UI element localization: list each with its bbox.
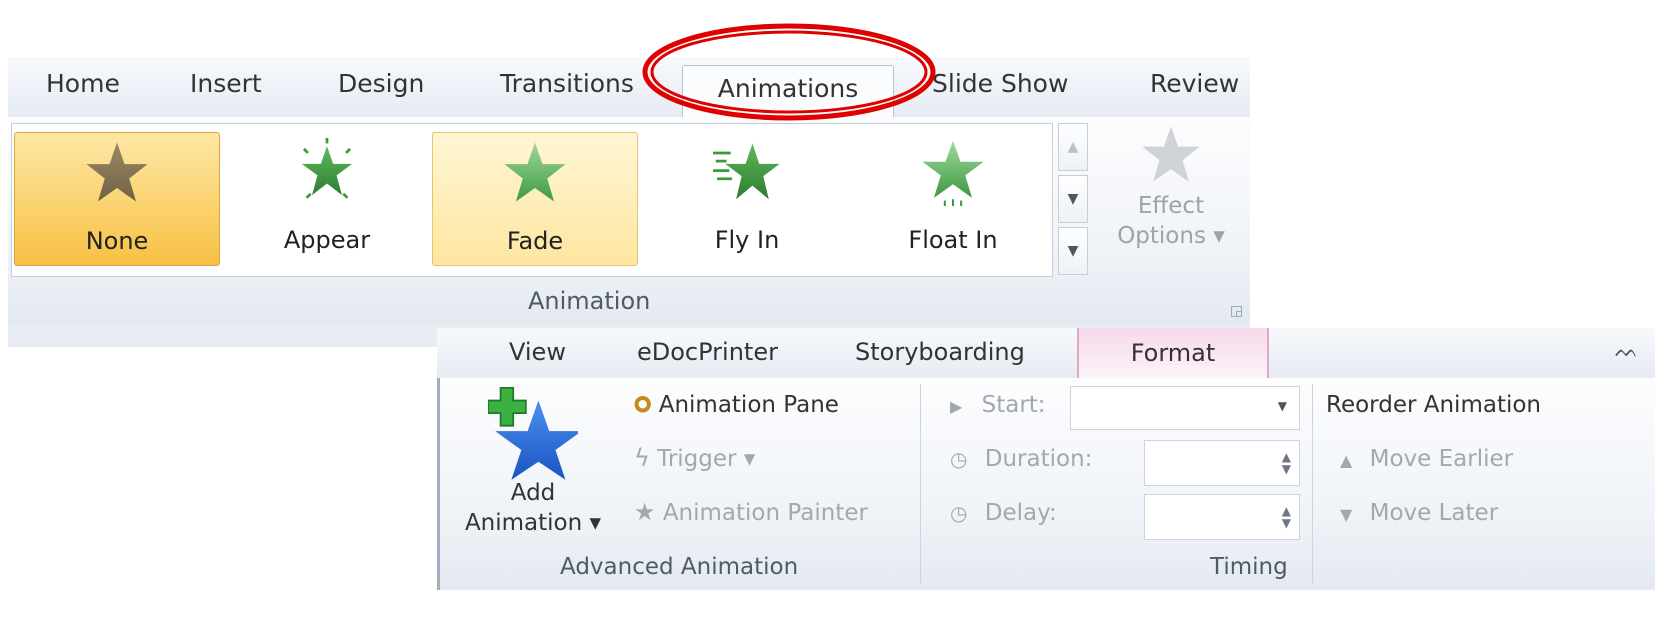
gallery-label: Fade: [506, 227, 564, 255]
tab-view[interactable]: View: [509, 338, 566, 366]
star-fade-icon: [504, 142, 566, 202]
animation-gallery: None Appear Fade Fly In Float In: [11, 123, 1053, 277]
move-earlier-button[interactable]: ▲ Move Earlier: [1340, 446, 1513, 472]
add-animation-button[interactable]: Add Animation ▾: [458, 384, 608, 538]
reorder-animation-title: Reorder Animation: [1326, 392, 1541, 418]
animation-appear[interactable]: Appear: [224, 132, 430, 266]
delay-spinner[interactable]: ▲ ▼: [1144, 494, 1300, 540]
gallery-scroller: ▲ ▼ ▼: [1058, 123, 1088, 275]
gallery-scroll-down-button[interactable]: ▼: [1058, 175, 1088, 223]
tab-storyboarding[interactable]: Storyboarding: [855, 338, 1025, 366]
animation-fly-in[interactable]: Fly In: [644, 132, 850, 266]
tab-format[interactable]: Format: [1077, 328, 1269, 378]
duration-label: ◷ Duration:: [950, 446, 1093, 472]
animation-pane-icon: 🞉: [634, 393, 652, 418]
bottom-ribbon: View eDocPrinter Storyboarding Format ᨓ …: [437, 328, 1655, 590]
animation-fade[interactable]: Fade: [432, 132, 638, 266]
trigger-button[interactable]: ϟ Trigger ▾: [634, 444, 755, 472]
clock-icon: ◷: [950, 501, 968, 525]
ribbon-tab-bar: Home Insert Design Transitions Animation…: [8, 57, 1250, 117]
delay-label: ◷ Delay:: [950, 500, 1057, 526]
top-ribbon: Home Insert Design Transitions Animation…: [8, 57, 1250, 347]
animation-group: None Appear Fade Fly In Float In ▲ ▼ ▼ E…: [8, 117, 1250, 324]
effect-options-label-1: Effect: [1137, 193, 1205, 219]
triangle-down-icon: ▼: [1340, 505, 1353, 524]
group-label-timing: Timing: [1210, 554, 1288, 580]
add-animation-label-2: Animation ▾: [464, 510, 602, 536]
star-fly-in-icon: [713, 143, 780, 200]
effect-options-label-2: Options ▾: [1117, 223, 1225, 249]
tab-review[interactable]: Review: [1150, 69, 1239, 98]
tab-transitions[interactable]: Transitions: [500, 69, 634, 98]
animation-float-in[interactable]: Float In: [850, 132, 1056, 266]
star-none-icon: [86, 142, 148, 202]
gallery-label: Appear: [283, 226, 371, 254]
ribbon-panel-2: Add Animation ▾ 🞉 Animation Pane ϟ Trigg…: [437, 378, 1655, 590]
animation-painter-label: Animation Painter: [662, 500, 868, 526]
animation-painter-icon: ★: [634, 498, 656, 526]
animation-painter-button[interactable]: ★ Animation Painter: [634, 498, 868, 526]
add-animation-icon: [487, 387, 582, 480]
gallery-label: Fly In: [714, 226, 780, 254]
star-effect-icon: [1142, 126, 1200, 182]
tab-edocprinter[interactable]: eDocPrinter: [637, 338, 778, 366]
play-triangle-icon: ▶: [950, 397, 963, 416]
group-label-advanced-animation: Advanced Animation: [560, 554, 799, 580]
collapse-ribbon-icon[interactable]: ᨓ: [1615, 338, 1639, 362]
gallery-label: Float In: [908, 226, 998, 254]
tab-slide-show[interactable]: Slide Show: [932, 69, 1068, 98]
effect-options-button[interactable]: Effect Options ▾: [1101, 123, 1241, 251]
animation-pane-button[interactable]: 🞉 Animation Pane: [634, 392, 839, 418]
group-separator: [920, 384, 921, 584]
trigger-lightning-icon: ϟ: [634, 444, 650, 472]
gallery-scroll-up-button[interactable]: ▲: [1058, 123, 1088, 171]
star-float-in-icon: [922, 140, 984, 206]
group-label-animation: Animation: [528, 287, 651, 315]
gallery-more-button[interactable]: ▼: [1058, 227, 1088, 275]
clock-icon: ◷: [950, 447, 968, 471]
trigger-label: Trigger ▾: [657, 446, 756, 472]
tab-home[interactable]: Home: [46, 69, 120, 98]
add-animation-label-1: Add: [510, 480, 556, 506]
dialog-launcher-icon[interactable]: ◲: [1230, 303, 1243, 319]
highlight-ellipse: [642, 23, 936, 121]
star-appear-icon: [301, 138, 353, 199]
start-label: ▶ Start:: [950, 392, 1046, 418]
triangle-up-icon: ▲: [1340, 451, 1353, 470]
tab-design[interactable]: Design: [338, 69, 424, 98]
duration-spinner[interactable]: ▲ ▼: [1144, 440, 1300, 486]
chevron-down-icon: ▼: [1277, 399, 1287, 413]
ribbon-tab-bar-2: View eDocPrinter Storyboarding Format ᨓ: [437, 328, 1655, 379]
animation-none[interactable]: None: [14, 132, 220, 266]
move-later-button[interactable]: ▼ Move Later: [1340, 500, 1498, 526]
group-separator: [1312, 384, 1313, 584]
animation-pane-label: Animation Pane: [658, 392, 839, 418]
tab-insert[interactable]: Insert: [190, 69, 262, 98]
gallery-label: None: [85, 227, 149, 255]
spin-arrows-icon: ▲ ▼: [1281, 504, 1291, 530]
start-select[interactable]: ▼: [1070, 386, 1300, 430]
spin-arrows-icon: ▲ ▼: [1281, 450, 1291, 476]
